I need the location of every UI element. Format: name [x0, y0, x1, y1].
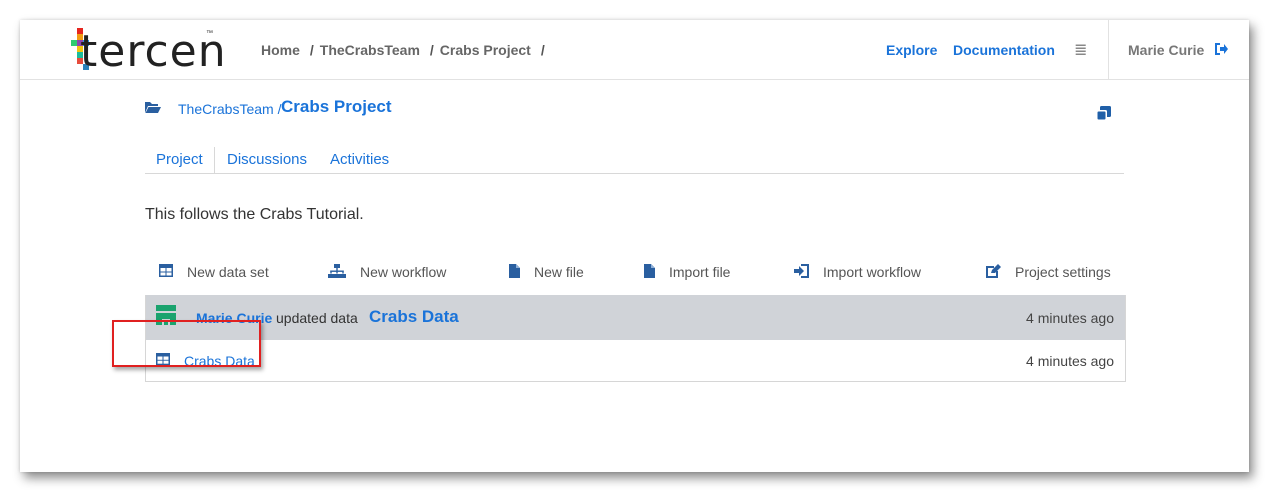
- breadcrumb-team[interactable]: TheCrabsTeam: [320, 42, 420, 58]
- top-navbar: tercen ™ Home / TheCrabsTeam / Crabs Project…: [20, 20, 1249, 80]
- import-icon: [794, 264, 809, 278]
- app-window: tercen ™ Home / TheCrabsTeam / Crabs Project…: [20, 20, 1249, 472]
- breadcrumb-home[interactable]: Home: [261, 42, 300, 58]
- breadcrumb: Home / TheCrabsTeam / Crabs Project /: [261, 42, 551, 58]
- project-team-link[interactable]: TheCrabsTeam /: [178, 101, 281, 117]
- edit-icon: [986, 264, 1001, 278]
- table-icon: [159, 264, 173, 277]
- tab-activities[interactable]: Activities: [330, 151, 389, 168]
- documentation-link[interactable]: Documentation: [953, 42, 1055, 58]
- new-dataset-label: New data set: [187, 264, 269, 280]
- list-item[interactable]: Crabs Data 4 minutes ago: [146, 340, 1125, 381]
- file-icon: [509, 264, 520, 278]
- breadcrumb-separator: /: [540, 42, 545, 58]
- activity-verb: updated data: [276, 310, 358, 326]
- project-description: This follows the Crabs Tutorial.: [145, 206, 364, 223]
- new-workflow-label: New workflow: [360, 264, 447, 280]
- header-divider: [1108, 20, 1109, 79]
- import-workflow-label: Import workflow: [823, 264, 922, 280]
- copy-icon[interactable]: [1096, 106, 1111, 121]
- breadcrumb-project[interactable]: Crabs Project: [440, 42, 531, 58]
- breadcrumb-separator: /: [429, 42, 434, 58]
- menu-icon[interactable]: ≣: [1074, 40, 1087, 60]
- tercen-logo[interactable]: tercen ™: [68, 26, 226, 74]
- logout-icon[interactable]: [1214, 42, 1229, 56]
- file-import-icon: [644, 264, 655, 278]
- tab-project[interactable]: Project: [156, 151, 203, 168]
- activity-row[interactable]: Marie Curie updated data Crabs Data 4 mi…: [146, 295, 1125, 340]
- logo-text: tercen: [80, 26, 227, 77]
- activity-list: Marie Curie updated data Crabs Data 4 mi…: [145, 295, 1126, 382]
- activity-target-link[interactable]: Crabs Data: [369, 307, 459, 327]
- trademark: ™: [206, 30, 213, 37]
- project-settings-label: Project settings: [1015, 264, 1111, 280]
- new-file-label: New file: [534, 264, 584, 280]
- import-file-label: Import file: [669, 264, 731, 280]
- user-name[interactable]: Marie Curie: [1128, 42, 1204, 58]
- project-tabs: Project Discussions Activities: [145, 147, 1124, 174]
- breadcrumb-separator: /: [309, 42, 314, 58]
- dataset-time: 4 minutes ago: [1026, 353, 1114, 369]
- tab-divider: [214, 147, 215, 173]
- explore-link[interactable]: Explore: [886, 42, 937, 58]
- annotation-highlight-box: [112, 320, 261, 367]
- folder-open-icon: [145, 102, 161, 113]
- activity-time: 4 minutes ago: [1026, 310, 1114, 326]
- tab-discussions[interactable]: Discussions: [227, 151, 307, 168]
- sitemap-icon: [328, 264, 346, 278]
- project-title: Crabs Project: [281, 97, 392, 116]
